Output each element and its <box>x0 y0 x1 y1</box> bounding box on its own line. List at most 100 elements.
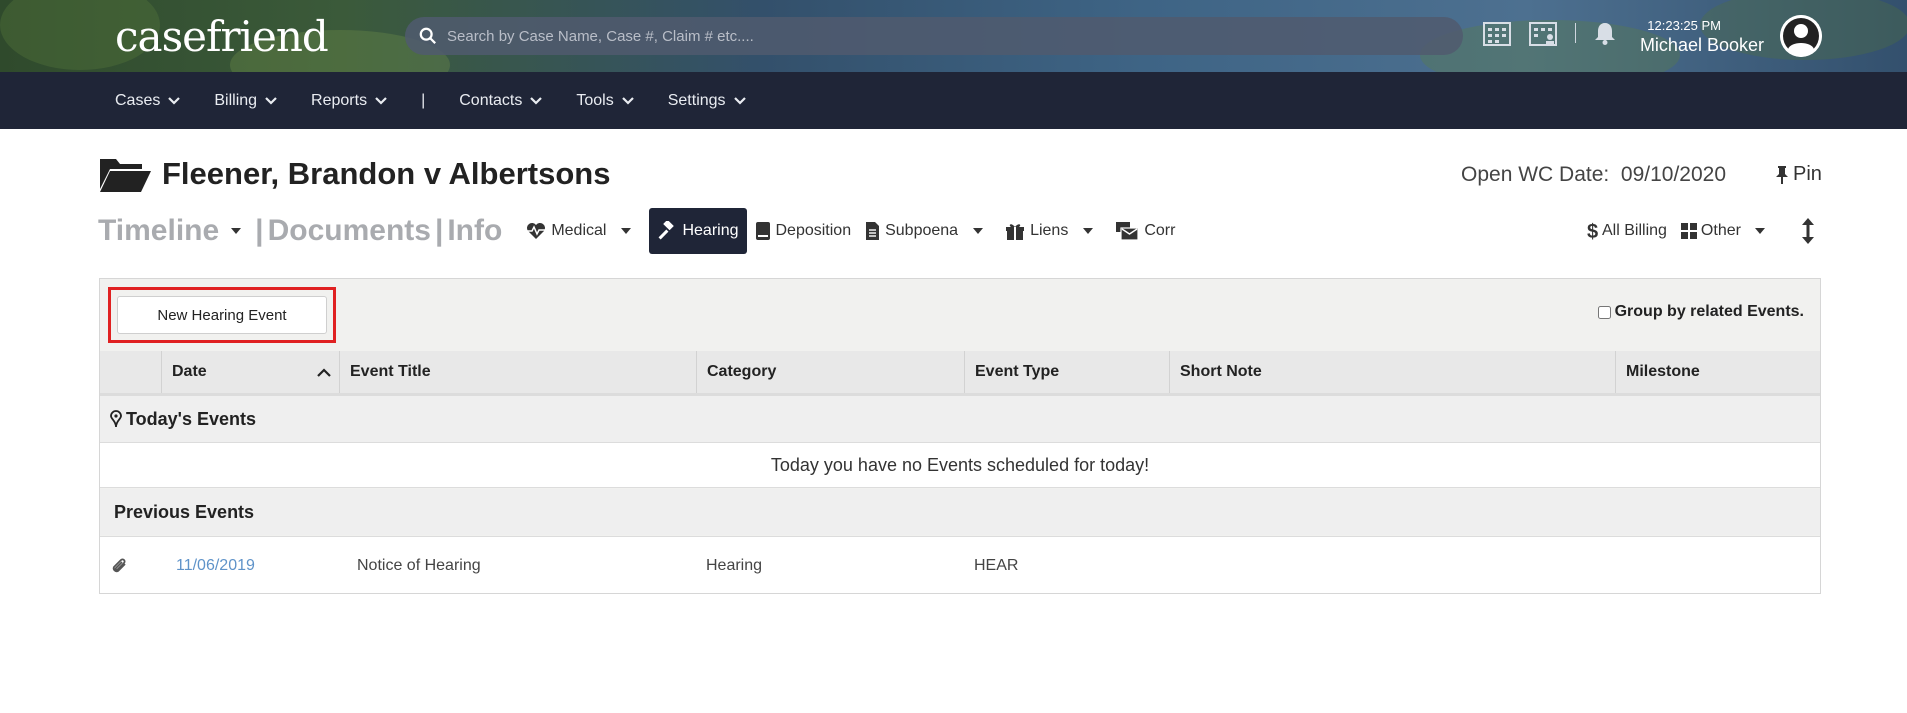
open-date-value: 09/10/2020 <box>1620 163 1727 186</box>
group-by-label: Group by related Events. <box>1614 303 1804 320</box>
nav-label: Cases <box>115 91 161 109</box>
caret-down-icon <box>973 228 984 234</box>
search-input[interactable] <box>447 27 1407 45</box>
tab-liens-label: Liens <box>1030 222 1069 239</box>
tab-subpoena[interactable]: Subpoena <box>865 221 984 241</box>
chevron-down-icon <box>621 96 634 105</box>
tab-deposition[interactable]: Deposition <box>755 221 852 241</box>
user-name[interactable]: Michael Booker <box>1640 35 1764 56</box>
file-text-icon <box>866 222 880 240</box>
tab-subpoena-label: Subpoena <box>885 222 959 239</box>
all-billing-label: All Billing <box>1602 222 1667 239</box>
tab-medical[interactable]: Medical <box>526 222 632 240</box>
other-label: Other <box>1700 222 1741 239</box>
other-dropdown[interactable]: Other <box>1680 222 1765 240</box>
tab-deposition-label: Deposition <box>775 222 852 239</box>
nav-settings[interactable]: Settings <box>668 92 746 110</box>
chevron-down-icon <box>265 96 277 105</box>
nav-label: Reports <box>311 91 368 109</box>
bell-icon[interactable] <box>1594 21 1616 45</box>
page-title: Fleener, Brandon v Albertsons <box>162 156 611 191</box>
header-icons <box>1483 20 1616 46</box>
tab-hearing-label: Hearing <box>682 222 739 239</box>
calendar-user-icon[interactable] <box>1529 20 1557 46</box>
highlight-frame: New Hearing Event <box>108 287 336 343</box>
nav-contacts[interactable]: Contacts <box>459 91 543 110</box>
column-event-title[interactable]: Event Title <box>340 351 697 393</box>
tab-corr[interactable]: Corr <box>1115 221 1175 241</box>
nav-label: Billing <box>214 91 258 109</box>
new-hearing-event-button[interactable]: New Hearing Event <box>117 296 327 334</box>
nav-tools[interactable]: Tools <box>576 91 634 110</box>
attachment-cell[interactable] <box>110 537 130 594</box>
nav-label: Tools <box>576 91 614 109</box>
column-date[interactable]: Date <box>162 351 340 393</box>
pin-label: Pin <box>1793 163 1822 185</box>
tab-corr-label: Corr <box>1144 222 1176 239</box>
column-icon <box>100 351 162 393</box>
tab-documents[interactable]: Documents <box>268 214 431 248</box>
case-title-row: Fleener, Brandon v Albertsons <box>98 155 610 193</box>
caret-down-icon <box>1083 228 1094 234</box>
caret-down-icon <box>1754 228 1765 234</box>
gavel-icon <box>659 221 675 240</box>
case-tabs: Timeline | Documents | Info Medical Hear… <box>98 208 1175 254</box>
current-time: 12:23:25 PM <box>1647 18 1721 33</box>
column-date-label: Date <box>172 363 207 380</box>
todays-events-header: Today's Events <box>100 396 1820 442</box>
column-event-type[interactable]: Event Type <box>965 351 1170 393</box>
chevron-down-icon <box>530 96 543 105</box>
nav-label: Contacts <box>459 91 523 109</box>
group-by-checkbox[interactable] <box>1597 305 1611 319</box>
row-date-link[interactable]: 11/06/2019 <box>176 557 255 575</box>
tab-hearing[interactable]: Hearing <box>649 208 747 254</box>
tab-timeline[interactable]: Timeline <box>98 214 219 248</box>
map-marker-icon <box>110 410 122 428</box>
avatar[interactable] <box>1780 15 1822 57</box>
group-by-related-toggle[interactable]: Group by related Events. <box>1597 303 1804 321</box>
search-icon <box>419 27 436 44</box>
dollar-icon: $ <box>1587 221 1598 242</box>
nav-reports[interactable]: Reports <box>311 92 387 110</box>
heartbeat-icon <box>527 223 546 239</box>
calendar-grid-icon[interactable] <box>1483 20 1511 46</box>
todays-events-label: Today's Events <box>126 408 256 429</box>
tab-divider: | <box>434 214 444 247</box>
paperclip-icon <box>112 558 126 572</box>
folder-open-icon <box>100 159 151 192</box>
open-wc-date: Open WC Date: 09/10/2020 <box>1461 163 1726 187</box>
column-milestone[interactable]: Milestone <box>1616 351 1820 393</box>
chevron-down-icon <box>168 96 181 105</box>
tab-info[interactable]: Info <box>447 214 502 248</box>
caret-down-icon[interactable] <box>231 228 242 234</box>
header-divider <box>1575 23 1576 43</box>
all-billing-button[interactable]: $ All Billing <box>1587 220 1667 242</box>
open-date-label: Open WC Date: <box>1461 163 1610 186</box>
tab-liens[interactable]: Liens <box>1005 222 1094 240</box>
nav-cases[interactable]: Cases <box>115 91 181 110</box>
top-header: casefriend 12:23:25 PM Michael Booker <box>0 0 1907 72</box>
svg-text:$: $ <box>1587 221 1598 242</box>
nav-divider: | <box>421 91 426 109</box>
row-date[interactable]: 11/06/2019 <box>176 537 255 594</box>
column-category[interactable]: Category <box>697 351 965 393</box>
table-row[interactable]: 11/06/2019 Notice of Hearing Hearing HEA… <box>100 536 1820 593</box>
table-header: Date Event Title Category Event Type Sho… <box>100 351 1820 396</box>
tab-divider: | <box>255 214 264 247</box>
right-tabs: $ All Billing Other <box>1587 218 1815 244</box>
row-event-title: Notice of Hearing <box>357 556 481 574</box>
global-search[interactable] <box>405 17 1463 55</box>
tab-medical-label: Medical <box>551 222 607 239</box>
nav-billing[interactable]: Billing <box>214 92 277 110</box>
user-avatar-icon <box>1780 15 1822 57</box>
main-nav: Cases Billing Reports | Contacts Tools S… <box>0 72 1907 129</box>
expand-vertical-icon[interactable] <box>1801 218 1815 244</box>
mail-bulk-icon <box>1116 222 1139 241</box>
row-event-type: HEAR <box>974 556 1019 574</box>
chevron-up-icon <box>317 367 331 377</box>
nav-label: Settings <box>667 91 726 109</box>
pin-button[interactable]: Pin <box>1775 163 1822 186</box>
casefriend-logo[interactable]: casefriend <box>115 12 329 61</box>
column-short-note[interactable]: Short Note <box>1170 351 1616 393</box>
no-events-message: Today you have no Events scheduled for t… <box>100 442 1820 488</box>
